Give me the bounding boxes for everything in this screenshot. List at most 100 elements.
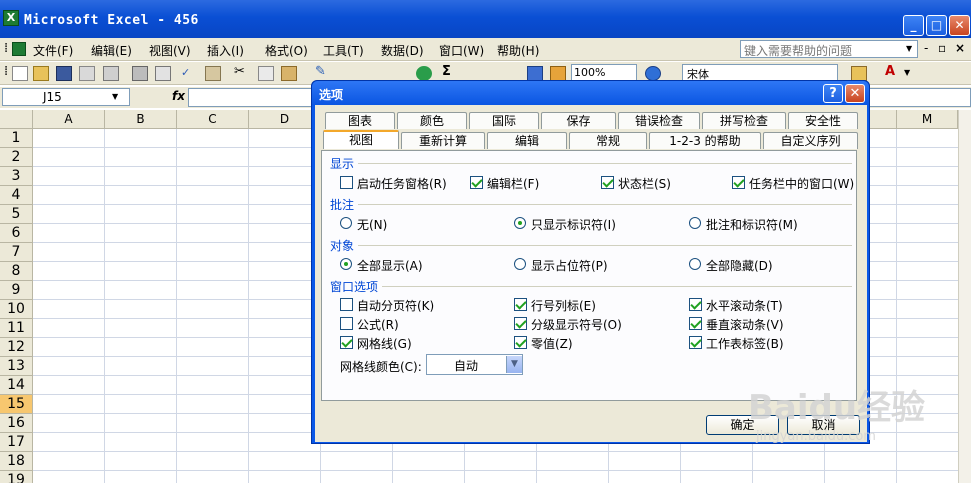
help-search-input[interactable]: 键入需要帮助的问题 [740, 40, 918, 58]
objects-show-all-radio[interactable] [340, 258, 352, 270]
objects-placeholders-radio[interactable] [514, 258, 526, 270]
row-header[interactable]: 11 [0, 319, 33, 338]
menu-edit[interactable]: 编辑(E) [91, 42, 132, 59]
select-all-corner[interactable] [0, 110, 33, 129]
menu-view[interactable]: 视图(V) [149, 42, 191, 59]
permission-icon[interactable] [79, 66, 95, 81]
comments-and-indicator-radio[interactable] [689, 217, 701, 229]
copy-icon[interactable] [258, 66, 274, 81]
print-icon[interactable] [132, 66, 148, 81]
gridlines-checkbox[interactable] [340, 336, 353, 349]
tab-view[interactable]: 视图 [323, 130, 399, 149]
row-header[interactable]: 12 [0, 338, 33, 357]
menu-insert[interactable]: 插入(I) [207, 42, 244, 59]
column-header[interactable]: A [33, 110, 105, 129]
paste-icon[interactable] [281, 66, 297, 81]
row-header[interactable]: 13 [0, 357, 33, 376]
minimize-button[interactable]: _ [903, 15, 924, 36]
formula-bar-checkbox[interactable] [470, 176, 483, 189]
row-col-headers-checkbox[interactable] [514, 298, 527, 311]
font-select[interactable]: 宋体 [682, 64, 838, 81]
row-header[interactable]: 1 [0, 129, 33, 148]
tab-chart[interactable]: 图表 [325, 112, 395, 129]
research-icon[interactable] [205, 66, 221, 81]
tab-spelling[interactable]: 拼写检查 [702, 112, 786, 129]
menu-data[interactable]: 数据(D) [381, 42, 424, 59]
help-icon[interactable] [645, 66, 661, 81]
tab-save[interactable]: 保存 [541, 112, 616, 129]
comments-none-radio[interactable] [340, 217, 352, 229]
menu-file[interactable]: 文件(F) [33, 42, 73, 59]
autosum-icon[interactable]: Σ [442, 64, 458, 79]
startup-task-pane-checkbox[interactable] [340, 176, 353, 189]
formulas-checkbox[interactable] [340, 317, 353, 330]
chevron-down-icon[interactable]: ▼ [506, 356, 522, 373]
column-header[interactable]: C [177, 110, 249, 129]
column-header[interactable]: B [105, 110, 177, 129]
zoom-select[interactable]: 100% [571, 64, 637, 81]
workbook-icon[interactable] [12, 42, 26, 56]
row-header[interactable]: 4 [0, 186, 33, 205]
drawing-icon[interactable] [550, 66, 566, 81]
tab-color[interactable]: 颜色 [397, 112, 467, 129]
row-header[interactable]: 16 [0, 414, 33, 433]
gridline-color-select[interactable]: 自动 ▼ [426, 354, 523, 375]
row-header[interactable]: 18 [0, 452, 33, 471]
doc-minimize-icon[interactable]: - [924, 41, 928, 55]
column-header[interactable]: M [897, 110, 958, 129]
zero-values-checkbox[interactable] [514, 336, 527, 349]
tab-general[interactable]: 常规 [569, 132, 647, 149]
name-box-dropdown-icon[interactable]: ▼ [112, 92, 118, 101]
spelling-icon[interactable]: ✓ [181, 66, 197, 81]
tab-calculation[interactable]: 重新计算 [401, 132, 485, 149]
vertical-scrollbar-checkbox[interactable] [689, 317, 702, 330]
insert-function-icon[interactable]: fx [172, 89, 185, 103]
dialog-help-button[interactable]: ? [823, 84, 843, 103]
hyperlink-icon[interactable] [416, 66, 432, 81]
email-icon[interactable] [103, 66, 119, 81]
name-box[interactable]: J15 [2, 88, 130, 106]
row-header[interactable]: 19 [0, 471, 33, 483]
row-header[interactable]: 9 [0, 281, 33, 300]
objects-hide-all-radio[interactable] [689, 258, 701, 270]
menu-help[interactable]: 帮助(H) [497, 42, 539, 59]
row-header[interactable]: 10 [0, 300, 33, 319]
tab-lotus-help[interactable]: 1-2-3 的帮助 [649, 132, 761, 149]
doc-restore-icon[interactable]: ▫ [938, 41, 946, 55]
row-header[interactable]: 7 [0, 243, 33, 262]
dialog-close-button[interactable]: ✕ [845, 84, 865, 103]
row-header[interactable]: 15 [0, 395, 33, 414]
close-button[interactable]: ✕ [949, 15, 970, 36]
menu-tools[interactable]: 工具(T) [323, 42, 364, 59]
print-preview-icon[interactable] [155, 66, 171, 81]
open-icon[interactable] [33, 66, 49, 81]
help-dropdown-icon[interactable]: ▼ [906, 44, 912, 53]
tab-edit[interactable]: 编辑 [487, 132, 567, 149]
page-breaks-checkbox[interactable] [340, 298, 353, 311]
menu-window[interactable]: 窗口(W) [439, 42, 484, 59]
row-header[interactable]: 3 [0, 167, 33, 186]
sheet-tabs-checkbox[interactable] [689, 336, 702, 349]
outline-symbols-checkbox[interactable] [514, 317, 527, 330]
chart-wizard-icon[interactable] [527, 66, 543, 81]
doc-close-icon[interactable]: × [955, 41, 965, 55]
new-icon[interactable] [12, 66, 28, 81]
font-color-dropdown-icon[interactable]: ▼ [904, 68, 920, 83]
row-header[interactable]: 14 [0, 376, 33, 395]
tab-security[interactable]: 安全性 [788, 112, 858, 129]
windows-in-taskbar-checkbox[interactable] [732, 176, 745, 189]
tab-custom-lists[interactable]: 自定义序列 [763, 132, 858, 149]
row-header[interactable]: 2 [0, 148, 33, 167]
save-icon[interactable] [56, 66, 72, 81]
row-header[interactable]: 5 [0, 205, 33, 224]
horizontal-scrollbar-checkbox[interactable] [689, 298, 702, 311]
row-header[interactable]: 8 [0, 262, 33, 281]
format-painter-icon[interactable]: ✎ [315, 64, 331, 79]
menu-format[interactable]: 格式(O) [265, 42, 308, 59]
row-header[interactable]: 6 [0, 224, 33, 243]
dialog-titlebar[interactable]: 选项 ? ✕ [312, 81, 869, 105]
status-bar-checkbox[interactable] [601, 176, 614, 189]
tab-international[interactable]: 国际 [469, 112, 539, 129]
comments-indicator-only-radio[interactable] [514, 217, 526, 229]
fill-color-icon[interactable] [851, 66, 867, 81]
